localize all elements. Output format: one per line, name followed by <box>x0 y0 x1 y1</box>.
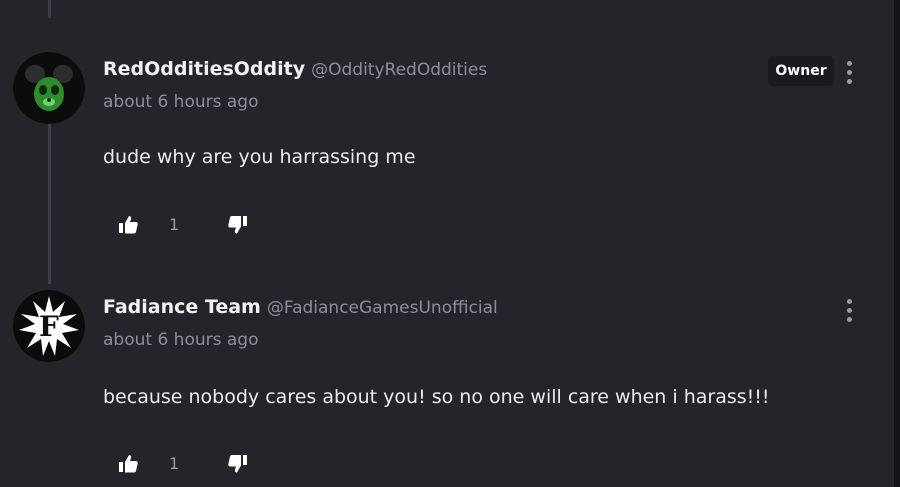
author-handle[interactable]: @FadianceGamesUnofficial <box>267 298 498 318</box>
more-options-button[interactable] <box>838 296 860 326</box>
comment-timestamp: about 6 hours ago <box>103 330 259 350</box>
comments-thread: RedOdditiesOddity @OddityRedOddities abou… <box>0 0 900 487</box>
author-line: Fadiance Team @FadianceGamesUnofficial <box>103 296 498 322</box>
f-starburst-logo-icon: F <box>13 290 85 362</box>
dislike-button[interactable] <box>226 452 252 478</box>
vote-row: 1 <box>116 452 256 480</box>
comment-item: F Fadiance Team @FadianceGamesUnofficial … <box>0 0 894 487</box>
scroll-track <box>894 0 900 487</box>
like-count: 1 <box>169 454 180 473</box>
avatar[interactable]: F <box>13 290 85 362</box>
thumbs-down-icon <box>228 455 247 473</box>
author-name[interactable]: Fadiance Team <box>103 296 261 318</box>
thumbs-up-icon <box>119 455 138 473</box>
more-vertical-icon <box>847 299 852 304</box>
comment-body: because nobody cares about you! so no on… <box>103 386 770 408</box>
like-button[interactable] <box>116 452 142 478</box>
svg-text:F: F <box>39 310 59 343</box>
